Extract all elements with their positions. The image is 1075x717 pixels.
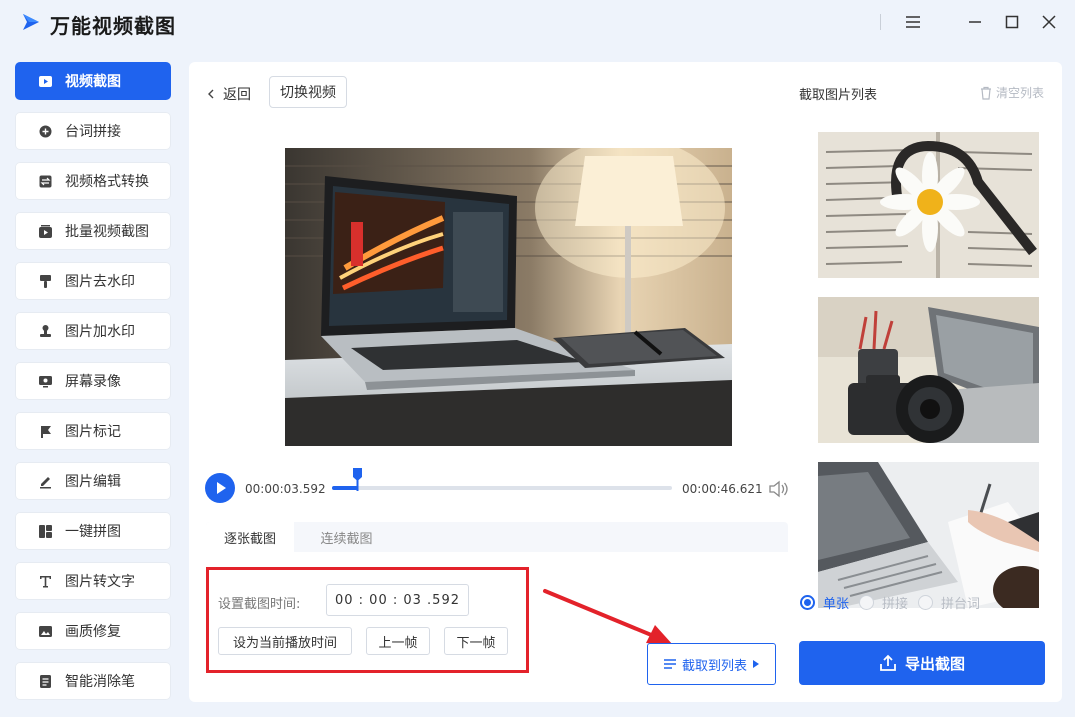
sidebar-item-label: 批量视频截图 [65,224,149,240]
pen-icon [37,473,53,489]
title-separator [880,14,881,30]
sidebar-item-label: 台词拼接 [65,124,121,140]
sidebar-item-collage[interactable]: 一键拼图 [15,512,171,550]
screen-record-icon [37,373,53,389]
sidebar-item-label: 图片编辑 [65,474,121,490]
title-bar: 万能视频截图 [0,0,1075,46]
clear-list-label: 清空列表 [996,86,1045,100]
sidebar-item-subtitle-stitch[interactable]: 台词拼接 [15,112,171,150]
chevron-left-icon [208,89,214,99]
close-button[interactable] [1037,10,1061,34]
sidebar-item-remove-watermark[interactable]: 图片去水印 [15,262,171,300]
radio-single[interactable] [800,595,815,610]
sidebar-item-smart-eraser[interactable]: 智能消除笔 [15,662,171,700]
sidebar-item-video-capture[interactable]: 视频截图 [15,62,171,100]
radio-subtitle-stitch[interactable] [918,595,934,610]
total-time: 00:00:46.621 [682,482,763,496]
clear-list-button[interactable]: 清空列表 [979,84,1044,101]
menu-icon [906,16,920,28]
maximize-button[interactable] [1000,10,1024,34]
app-logo-icon [23,14,39,30]
image-icon [37,623,53,639]
output-mode-radio-group: 单张 拼接 拼台词 [800,593,990,612]
sidebar-item-label: 视频格式转换 [65,174,149,190]
sidebar-item-label: 一键拼图 [65,524,121,540]
main-panel: 返回 切换视频 00:00:03.592 00:00:46.621 逐张截图 连… [189,62,1062,702]
sidebar-item-label: 视频截图 [65,74,121,90]
export-label: 导出截图 [904,654,965,673]
add-to-list-label: 截取到列表 [681,658,747,674]
volume-icon[interactable] [767,479,789,499]
radio-subtitle-stitch-label[interactable]: 拼台词 [941,593,980,612]
tab-continuous-capture[interactable]: 连续截图 [294,522,399,552]
sidebar-item-label: 智能消除笔 [65,674,135,690]
thumbnail-laptop-writing[interactable] [818,462,1039,608]
minimize-icon [969,21,981,23]
convert-icon [37,173,53,189]
video-capture-icon [37,73,53,89]
menu-button[interactable] [901,10,925,34]
play-icon [217,482,226,494]
radio-stitch[interactable] [859,595,875,610]
thumbnail-camera[interactable] [818,297,1039,443]
minimize-button[interactable] [963,10,987,34]
caret-right-icon [753,660,759,668]
brush-icon [37,273,53,289]
sidebar-item-format-convert[interactable]: 视频格式转换 [15,162,171,200]
sidebar-item-add-watermark[interactable]: 图片加水印 [15,312,171,350]
sidebar-item-label: 画质修复 [65,624,121,640]
video-frame-image [285,148,732,446]
progress-handle[interactable] [352,467,363,491]
sidebar-item-label: 图片标记 [65,424,121,440]
video-preview[interactable] [285,148,732,446]
sidebar-item-batch-capture[interactable]: 批量视频截图 [15,212,171,250]
sidebar-item-screen-record[interactable]: 屏幕录像 [15,362,171,400]
eraser-icon [37,673,53,689]
highlight-box [206,567,529,673]
thumbnail-camera-image [818,297,1039,443]
sidebar-item-label: 图片去水印 [65,274,135,290]
stamp-icon [37,323,53,339]
sidebar-item-quality-repair[interactable]: 画质修复 [15,612,171,650]
capture-list-title: 截取图片列表 [799,88,878,103]
export-icon [880,654,896,671]
thumbnail-daisy-image [818,132,1039,278]
current-time: 00:00:03.592 [245,482,326,496]
collage-icon [37,523,53,539]
batch-capture-icon [37,223,53,239]
play-button[interactable] [205,473,235,503]
sidebar-item-image-mark[interactable]: 图片标记 [15,412,171,450]
radio-stitch-label[interactable]: 拼接 [882,593,908,612]
sidebar-item-image-edit[interactable]: 图片编辑 [15,462,171,500]
sidebar-item-label: 屏幕录像 [65,374,121,390]
trash-icon [981,86,991,100]
app-title: 万能视频截图 [50,14,176,38]
add-to-list-button[interactable]: 截取到列表 [647,643,776,685]
progress-track[interactable] [332,486,672,490]
tab-single-capture[interactable]: 逐张截图 [206,522,294,552]
thumbnail-daisy[interactable] [818,132,1039,278]
maximize-icon [1005,15,1019,29]
export-capture-button[interactable]: 导出截图 [799,641,1045,685]
sidebar-item-label: 图片转文字 [65,574,135,590]
list-icon [663,659,676,669]
plus-circle-icon [37,123,53,139]
sidebar-item-label: 图片加水印 [65,324,135,340]
switch-video-button[interactable]: 切换视频 [269,76,347,108]
back-button[interactable]: 返回 [205,84,251,104]
flag-icon [37,423,53,439]
radio-single-label[interactable]: 单张 [823,593,849,612]
thumbnail-laptop-writing-image [818,462,1039,608]
sidebar: 视频截图 台词拼接 视频格式转换 批量视频截图 图片去水印 图片加水印 屏幕录像… [15,62,171,712]
sidebar-item-image-to-text[interactable]: 图片转文字 [15,562,171,600]
close-icon [1042,15,1056,29]
text-icon [37,573,53,589]
back-label: 返回 [223,87,251,103]
capture-thumbnail-list [818,132,1040,627]
